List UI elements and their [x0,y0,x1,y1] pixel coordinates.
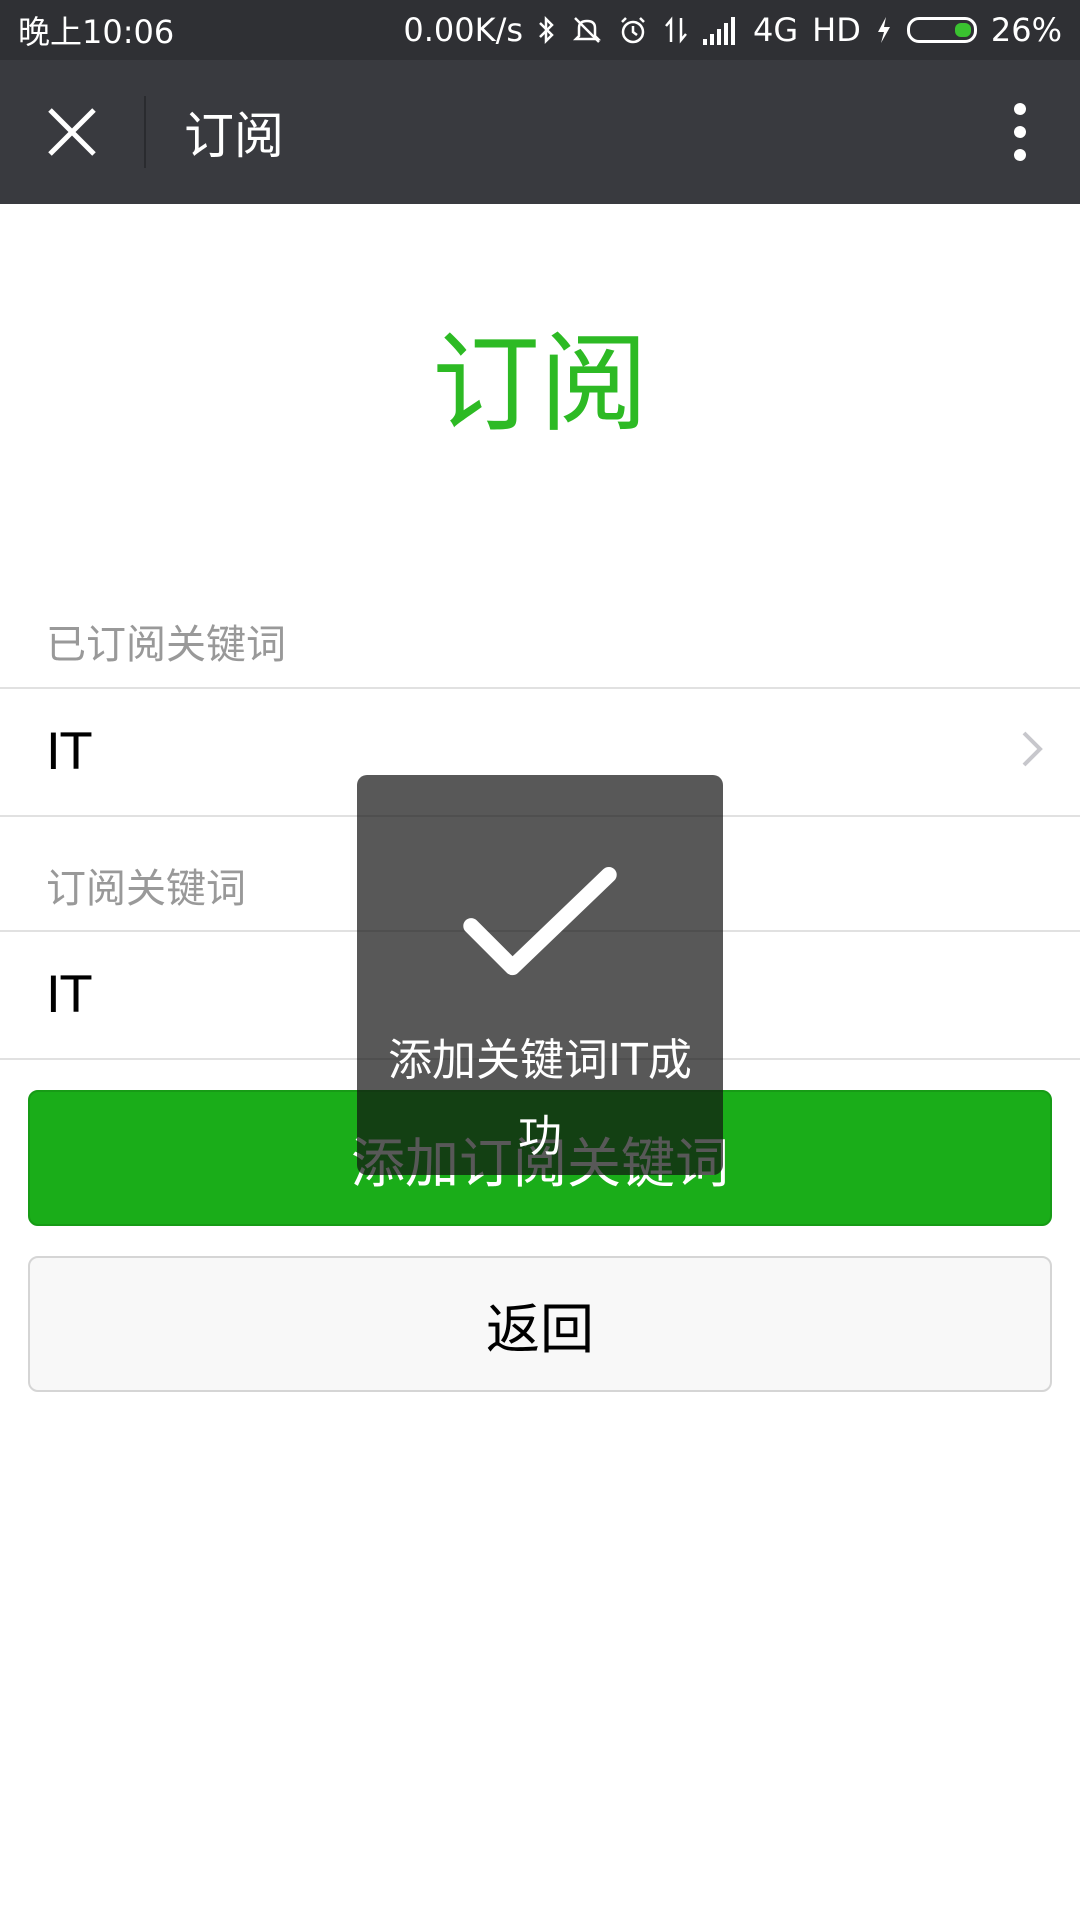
more-vertical-icon [1014,103,1026,161]
battery-icon [906,17,977,43]
more-button[interactable] [960,60,1080,204]
battery-percent: 26% [990,11,1062,49]
close-icon [48,108,96,156]
success-toast: 添加关键词IT成功 [357,775,723,1175]
network-speed: 0.00K/s [403,11,524,49]
status-bar: 晚上10:06 0.00K/s 4G HD 26% [0,0,1080,60]
network-type: 4G [753,11,799,49]
signal-icon [703,15,739,45]
status-time: 晚上10:06 [18,13,175,51]
back-button[interactable]: 返回 [28,1256,1052,1392]
mute-icon [571,14,603,46]
status-right: 0.00K/s 4G HD 26% [403,11,1062,49]
chevron-right-icon [1020,723,1044,781]
alarm-icon [617,14,649,46]
subscribed-keyword-text: IT [46,723,92,781]
subscribe-label: 订阅关键词 [46,866,246,912]
data-transfer-icon [663,14,689,46]
hero-title: 订阅 [431,322,648,447]
bluetooth-icon [537,14,557,46]
subscribed-label: 已订阅关键词 [46,622,286,668]
title-bar: 订阅 [0,60,1080,204]
charging-icon [875,14,893,46]
hd-indicator: HD [812,11,861,49]
page-title: 订阅 [184,107,284,165]
toast-message: 添加关键词IT成功 [388,1035,692,1162]
title-divider [144,96,146,168]
close-button[interactable] [0,60,144,204]
checkmark-icon [463,866,617,976]
